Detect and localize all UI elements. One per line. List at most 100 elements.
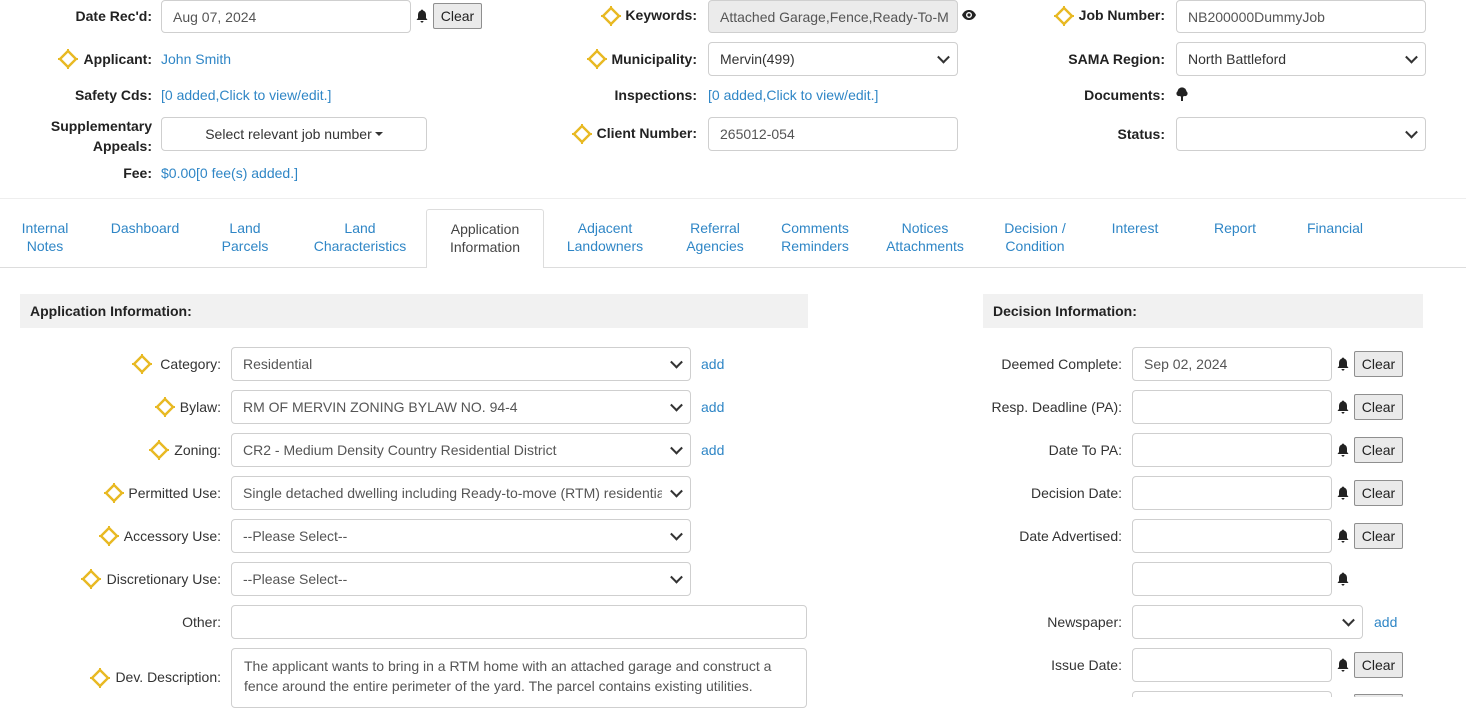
bell-icon[interactable] <box>1337 357 1349 371</box>
bell-icon[interactable] <box>1337 529 1349 543</box>
decision-information-heading: Decision Information: <box>983 294 1423 328</box>
chevron-down-icon <box>937 50 950 64</box>
deemed-complete-input[interactable]: Sep 02, 2024 <box>1132 347 1332 381</box>
issue-date-clear-button[interactable]: Clear <box>1354 652 1403 678</box>
extra-date-input[interactable] <box>1132 562 1332 596</box>
date-to-pa-label: Date To PA: <box>1048 442 1122 458</box>
chevron-down-icon <box>1405 125 1418 139</box>
tab-interest[interactable]: Interest <box>1090 219 1180 237</box>
application-information-heading: Application Information: <box>20 294 808 328</box>
chevron-down-icon <box>670 570 683 584</box>
client-number-input[interactable]: 265012-054 <box>708 117 958 151</box>
fee-label: Fee: <box>123 165 152 181</box>
newspaper-label: Newspaper: <box>1047 614 1122 630</box>
job-number-label: Job Number: <box>1078 7 1165 23</box>
caret-down-icon <box>374 132 383 136</box>
chevron-down-icon <box>670 441 683 455</box>
tabs-baseline <box>0 267 1466 268</box>
chevron-down-icon <box>670 527 683 541</box>
tab-dashboard[interactable]: Dashboard <box>100 219 190 237</box>
other-input[interactable] <box>231 605 807 639</box>
tab-referral-agencies[interactable]: Referral Agencies <box>670 219 760 255</box>
discretionary-use-select[interactable]: --Please Select-- <box>231 562 691 596</box>
tab-comments-reminders[interactable]: Comments Reminders <box>770 219 860 255</box>
date-received-input[interactable]: Aug 07, 2024 <box>161 0 411 33</box>
inspections-link[interactable]: [0 added,Click to view/edit.] <box>708 87 878 103</box>
bell-icon[interactable] <box>1337 658 1349 672</box>
newspaper-add-link[interactable]: add <box>1374 614 1397 630</box>
supplementary-appeals-label: Supplementary Appeals: <box>50 118 152 154</box>
eye-icon[interactable] <box>961 9 977 21</box>
required-diamond-icon <box>572 124 592 144</box>
resp-deadline-clear-button[interactable]: Clear <box>1354 394 1403 420</box>
bell-icon[interactable] <box>416 9 428 23</box>
next-date-input[interactable] <box>1132 691 1332 697</box>
issue-date-input[interactable] <box>1132 648 1332 682</box>
bell-icon[interactable] <box>1337 572 1349 586</box>
keywords-input[interactable]: Attached Garage,Fence,Ready-To-M <box>708 0 958 33</box>
municipality-select[interactable]: Mervin(499) <box>708 42 958 76</box>
category-label: Category: <box>160 356 221 372</box>
date-to-pa-input[interactable] <box>1132 433 1332 467</box>
zoning-select[interactable]: CR2 - Medium Density Country Residential… <box>231 433 691 467</box>
chevron-down-icon <box>1342 613 1355 627</box>
permitted-use-label: Permitted Use: <box>128 485 221 501</box>
safety-cds-link[interactable]: [0 added,Click to view/edit.] <box>161 87 331 103</box>
keywords-label: Keywords: <box>625 7 697 23</box>
decision-date-input[interactable] <box>1132 476 1332 510</box>
decision-date-label: Decision Date: <box>1030 485 1122 501</box>
tree-icon[interactable] <box>1176 87 1188 101</box>
tab-adjacent-landowners[interactable]: Adjacent Landowners <box>555 219 655 255</box>
chevron-down-icon <box>670 398 683 412</box>
date-advertised-input[interactable] <box>1132 519 1332 553</box>
applicant-link[interactable]: John Smith <box>161 51 231 67</box>
bylaw-add-link[interactable]: add <box>701 399 724 415</box>
resp-deadline-input[interactable] <box>1132 390 1332 424</box>
fee-link[interactable]: $0.00[0 fee(s) added.] <box>161 165 298 181</box>
tab-land-parcels[interactable]: Land Parcels <box>200 219 290 255</box>
bell-icon[interactable] <box>1337 443 1349 457</box>
bell-icon[interactable] <box>1337 486 1349 500</box>
date-received-label: Date Rec'd: <box>75 8 152 24</box>
tab-application-information[interactable]: Application Information <box>426 209 544 268</box>
date-to-pa-clear-button[interactable]: Clear <box>1354 437 1403 463</box>
supplementary-appeals-button[interactable]: Select relevant job number <box>161 117 427 151</box>
category-add-link[interactable]: add <box>701 356 724 372</box>
bylaw-select[interactable]: RM OF MERVIN ZONING BYLAW NO. 94-4 <box>231 390 691 424</box>
decision-date-clear-button[interactable]: Clear <box>1354 480 1403 506</box>
tab-internal-notes[interactable]: Internal Notes <box>0 219 90 255</box>
permitted-use-select[interactable]: Single detached dwelling including Ready… <box>231 476 691 510</box>
inspections-label: Inspections: <box>614 87 697 103</box>
header-divider <box>0 198 1466 199</box>
dev-description-label: Dev. Description: <box>115 669 221 685</box>
status-label: Status: <box>1117 126 1165 142</box>
tab-decision-condition[interactable]: Decision / Condition <box>990 219 1080 255</box>
other-label: Other: <box>182 614 221 630</box>
job-number-input[interactable]: NB200000DummyJob <box>1176 0 1426 33</box>
date-received-clear-button[interactable]: Clear <box>433 3 482 29</box>
bylaw-label: Bylaw: <box>179 399 221 415</box>
date-advertised-clear-button[interactable]: Clear <box>1354 523 1403 549</box>
zoning-add-link[interactable]: add <box>701 442 724 458</box>
municipality-label: Municipality: <box>611 51 697 67</box>
tab-report[interactable]: Report <box>1190 219 1280 237</box>
tab-land-characteristics[interactable]: Land Characteristics <box>300 219 420 255</box>
chevron-down-icon <box>670 355 683 369</box>
newspaper-select[interactable] <box>1132 605 1363 639</box>
sama-region-select[interactable]: North Battleford <box>1176 42 1426 76</box>
bell-icon[interactable] <box>1337 400 1349 414</box>
status-select[interactable] <box>1176 117 1426 151</box>
deemed-complete-label: Deemed Complete: <box>1001 356 1122 372</box>
client-number-label: Client Number: <box>596 125 697 141</box>
zoning-label: Zoning: <box>174 442 221 458</box>
tab-notices-attachments[interactable]: Notices Attachments <box>870 219 980 255</box>
resp-deadline-label: Resp. Deadline (PA): <box>991 399 1122 415</box>
category-select[interactable]: Residential <box>231 347 691 381</box>
chevron-down-icon <box>670 484 683 498</box>
deemed-complete-clear-button[interactable]: Clear <box>1354 351 1403 377</box>
dev-description-textarea[interactable]: The applicant wants to bring in a RTM ho… <box>231 648 807 708</box>
tab-financial[interactable]: Financial <box>1290 219 1380 237</box>
documents-label: Documents: <box>1084 87 1165 103</box>
accessory-use-select[interactable]: --Please Select-- <box>231 519 691 553</box>
date-advertised-label: Date Advertised: <box>1019 528 1122 544</box>
